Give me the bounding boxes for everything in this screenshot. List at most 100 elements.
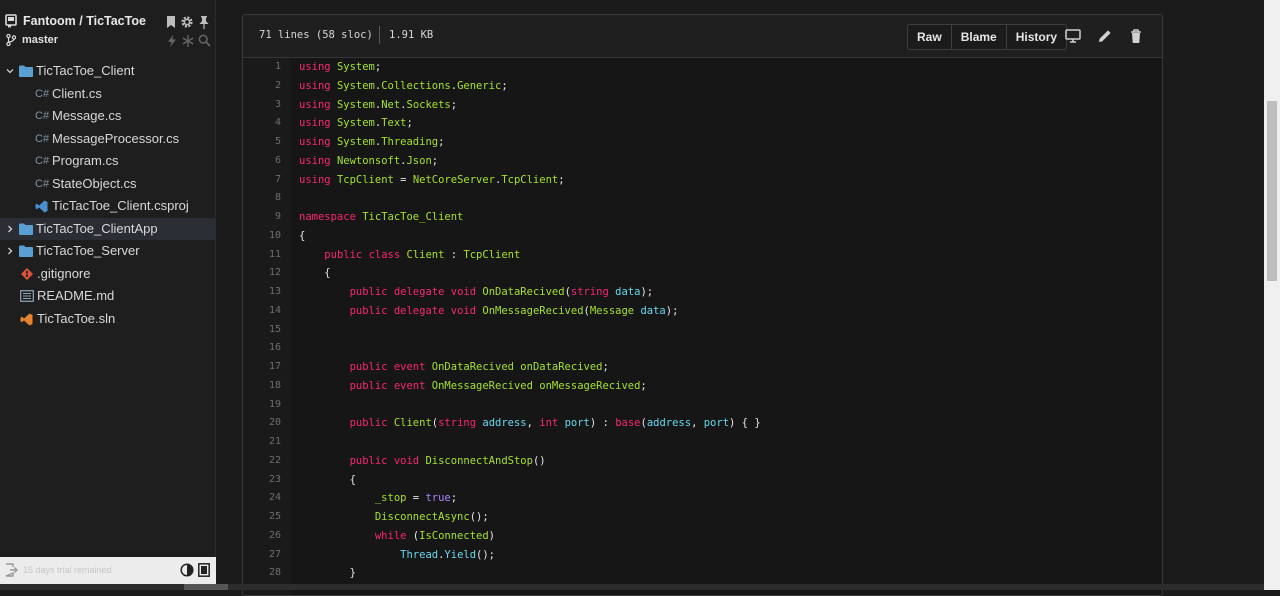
- horizontal-scrollbar-thumb[interactable]: [184, 584, 228, 590]
- tree-file-readme[interactable]: README.md: [0, 285, 216, 308]
- line-number[interactable]: 27: [243, 546, 281, 565]
- lightning-icon[interactable]: [166, 35, 178, 47]
- line-number[interactable]: 21: [243, 433, 281, 452]
- vertical-scrollbar-thumb[interactable]: [1267, 101, 1277, 281]
- desktop-icon[interactable]: [1065, 28, 1081, 44]
- tree-item-label: Message.cs: [52, 108, 122, 123]
- line-number[interactable]: 9: [243, 208, 281, 227]
- sidebar-footer: 15 days trial remained: [0, 557, 216, 585]
- code-line: 16: [243, 339, 1162, 358]
- chevron-right-icon[interactable]: [6, 247, 14, 255]
- code-line: 5 using System.Threading;: [243, 133, 1162, 152]
- tree-file-messageprocessor-cs[interactable]: C# MessageProcessor.cs: [0, 128, 216, 151]
- code-text: _stop = true;: [374, 492, 458, 505]
- bookmark-icon[interactable]: [164, 15, 178, 29]
- gear-icon[interactable]: [180, 15, 194, 29]
- line-number[interactable]: 6: [243, 152, 281, 171]
- history-button[interactable]: History: [1007, 25, 1066, 49]
- line-number[interactable]: 4: [243, 114, 281, 133]
- chevron-down-icon[interactable]: [6, 67, 14, 75]
- horizontal-scrollbar[interactable]: [0, 584, 1264, 590]
- snowflake-icon[interactable]: [182, 35, 194, 47]
- line-number[interactable]: 24: [243, 489, 281, 508]
- divider: [379, 26, 380, 44]
- line-number[interactable]: 11: [243, 246, 281, 265]
- line-number[interactable]: 5: [243, 133, 281, 152]
- tree-file-client-cs[interactable]: C# Client.cs: [0, 83, 216, 106]
- code-text: }: [299, 567, 356, 580]
- code-line: 18 public event OnMessageRecived onMessa…: [243, 377, 1162, 396]
- line-count: 71 lines (58 sloc): [259, 29, 373, 41]
- code-text: {: [299, 267, 331, 280]
- folder-icon: [19, 245, 33, 257]
- tree-file-sln[interactable]: TicTacToe.sln: [0, 308, 216, 331]
- line-number[interactable]: 18: [243, 377, 281, 396]
- tree-item-label: TicTacToe_Server: [36, 243, 140, 258]
- line-number[interactable]: 19: [243, 396, 281, 415]
- tree-folder-tictactoe-client[interactable]: TicTacToe_Client: [0, 60, 216, 83]
- line-number[interactable]: 16: [243, 339, 281, 358]
- pencil-icon[interactable]: [1097, 28, 1113, 44]
- tree-file-message-cs[interactable]: C# Message.cs: [0, 105, 216, 128]
- tree-item-label: TicTacToe_Client.csproj: [52, 198, 189, 213]
- trash-icon[interactable]: [1128, 28, 1144, 44]
- theme-toggle-icon[interactable]: [180, 563, 194, 577]
- code-text: using TcpClient = NetCoreServer.TcpClien…: [299, 173, 565, 186]
- line-number[interactable]: 8: [243, 189, 281, 208]
- line-number[interactable]: 14: [243, 302, 281, 321]
- logout-icon[interactable]: [5, 563, 18, 577]
- tree-item-label: StateObject.cs: [52, 175, 137, 191]
- line-number[interactable]: 3: [243, 96, 281, 115]
- tree-folder-tictactoe-clientapp[interactable]: TicTacToe_ClientApp: [0, 217, 216, 240]
- code-line: 17 public event OnDataRecived onDataReci…: [243, 358, 1162, 377]
- line-number[interactable]: 28: [243, 564, 281, 583]
- tree-file-csproj[interactable]: TicTacToe_Client.csproj: [0, 195, 216, 218]
- line-number[interactable]: 1: [243, 58, 281, 77]
- line-number[interactable]: 17: [243, 358, 281, 377]
- line-number[interactable]: 15: [243, 321, 281, 340]
- tree-file-stateobject-cs[interactable]: C# StateObject.cs: [0, 173, 216, 196]
- code-line: 1 using System;: [243, 58, 1162, 77]
- tree-file-gitignore[interactable]: .gitignore: [0, 263, 216, 286]
- code-text: public event OnMessageRecived onMessageR…: [349, 379, 647, 392]
- code-line: 26 while (IsConnected): [243, 527, 1162, 546]
- code-text: using System.Text;: [299, 117, 413, 130]
- file-tree: TicTacToe_Client C# Client.cs C# Message…: [0, 60, 216, 330]
- code-text: public Client(string address, int port) …: [349, 417, 761, 430]
- layout-toggle-icon[interactable]: [198, 563, 210, 577]
- search-icon[interactable]: [198, 34, 211, 47]
- line-number[interactable]: 22: [243, 452, 281, 471]
- code-text: {: [299, 229, 306, 242]
- code-text: Thread.Yield();: [400, 548, 495, 561]
- code-line: 8: [243, 189, 1162, 208]
- sidebar-header: Fantoom / TicTacToe master: [0, 0, 216, 56]
- code-line: 11 public class Client : TcpClient: [243, 246, 1162, 265]
- tree-folder-tictactoe-server[interactable]: TicTacToe_Server: [0, 240, 216, 263]
- csharp-icon: C#: [35, 132, 50, 145]
- repo-icon: [5, 14, 17, 28]
- raw-button[interactable]: Raw: [908, 25, 952, 49]
- tree-item-label: Client.cs: [52, 85, 102, 101]
- line-number[interactable]: 13: [243, 283, 281, 302]
- line-number[interactable]: 10: [243, 227, 281, 246]
- code-text: namespace TicTacToe_Client: [299, 211, 464, 223]
- code-line: 3 using System.Net.Sockets;: [243, 96, 1162, 115]
- line-number[interactable]: 2: [243, 77, 281, 96]
- line-number[interactable]: 7: [243, 171, 281, 190]
- code-line: 23 {: [243, 471, 1162, 490]
- line-number[interactable]: 25: [243, 508, 281, 527]
- code-line: 15: [243, 321, 1162, 340]
- tree-file-program-cs[interactable]: C# Program.cs: [0, 150, 216, 173]
- branch-name[interactable]: master: [22, 34, 58, 46]
- line-number[interactable]: 20: [243, 414, 281, 433]
- line-number[interactable]: 12: [243, 264, 281, 283]
- visual-studio-icon: [35, 200, 48, 213]
- repo-title[interactable]: Fantoom / TicTacToe: [23, 14, 146, 28]
- pin-icon[interactable]: [197, 15, 211, 29]
- code-line: 2 using System.Collections.Generic;: [243, 77, 1162, 96]
- chevron-right-icon[interactable]: [6, 225, 14, 233]
- vertical-scrollbar[interactable]: [1264, 0, 1280, 590]
- blame-button[interactable]: Blame: [952, 25, 1007, 49]
- line-number[interactable]: 23: [243, 471, 281, 490]
- line-number[interactable]: 26: [243, 527, 281, 546]
